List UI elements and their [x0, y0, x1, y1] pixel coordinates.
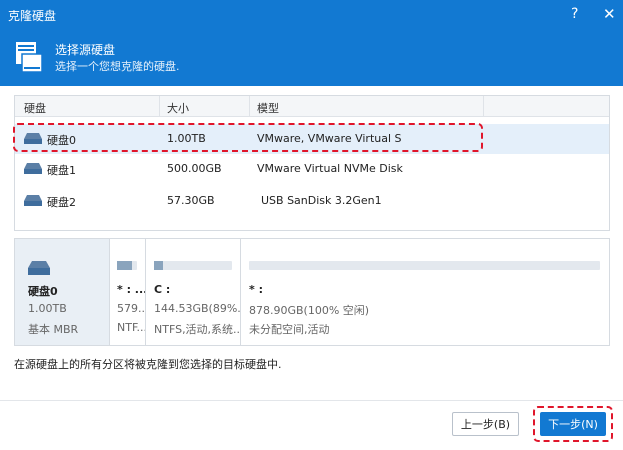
header-title: 选择源硬盘 [55, 43, 116, 57]
disk-table: 硬盘 大小 模型 硬盘0 1.00TB VMware, VMware Virtu… [14, 95, 610, 231]
column-model[interactable]: 模型 [257, 100, 279, 116]
disk-summary-name: 硬盘0 [28, 285, 58, 298]
partition-fs: NTF... [117, 321, 146, 334]
table-row-disk1[interactable]: 硬盘1 500.00GB VMware Virtual NVMe Disk [15, 154, 609, 184]
disk-size: 57.30GB [167, 194, 215, 207]
column-size[interactable]: 大小 [167, 100, 189, 116]
disk-size: 500.00GB [167, 162, 222, 175]
disk-name: 硬盘1 [47, 164, 76, 177]
partition-fs: NTFS,活动,系统... [154, 323, 241, 336]
clone-note: 在源硬盘上的所有分区将被克隆到您选择的目标硬盘中. [14, 358, 282, 371]
window-title: 克隆硬盘 [8, 9, 57, 23]
header-subtitle: 选择一个您想克隆的硬盘. [55, 60, 180, 73]
footer-divider [0, 400, 623, 401]
hard-disk-icon [24, 195, 42, 206]
partition-usage-bar [117, 261, 137, 270]
partition-block[interactable]: C : 144.53GB(89%... NTFS,活动,系统... [145, 239, 241, 345]
partition-label: * : [249, 283, 263, 296]
partition-fs: 未分配空间,活动 [249, 323, 330, 336]
partition-block[interactable]: * : 878.90GB(100% 空闲) 未分配空间,活动 [240, 239, 610, 345]
disk-layout-panel: 硬盘0 1.00TB 基本 MBR * : ... 579... NTF... … [14, 238, 610, 346]
disk-stack-icon [16, 42, 43, 73]
partition-usage-bar [154, 261, 232, 270]
hard-disk-icon [28, 261, 50, 275]
column-disk[interactable]: 硬盘 [24, 100, 46, 116]
title-bar: 克隆硬盘 ? ✕ [0, 0, 623, 30]
wizard-header: 选择源硬盘 选择一个您想克隆的硬盘. [0, 30, 623, 86]
table-header: 硬盘 大小 模型 [15, 96, 609, 117]
partition-usage-fill [117, 261, 132, 270]
back-button[interactable]: 上一步(B) [452, 412, 519, 436]
disk-summary-type: 基本 MBR [28, 323, 79, 336]
partition-label: C : [154, 283, 171, 296]
partition-usage-fill [154, 261, 163, 270]
partition-size: 579... [117, 302, 146, 315]
disk-summary: 硬盘0 1.00TB 基本 MBR [15, 239, 109, 345]
selection-highlight [13, 123, 483, 152]
partition-size: 878.90GB(100% 空闲) [249, 304, 370, 317]
disk-summary-size: 1.00TB [28, 302, 67, 315]
table-row-disk2[interactable]: 硬盘2 57.30GB USB SanDisk 3.2Gen1 [15, 186, 609, 216]
partition-size: 144.53GB(89%... [154, 302, 241, 315]
disk-model: VMware Virtual NVMe Disk [257, 162, 403, 175]
partition-label: * : ... [117, 283, 146, 296]
disk-name: 硬盘2 [47, 196, 76, 209]
partition-block[interactable]: * : ... 579... NTF... [109, 239, 146, 345]
partition-usage-bar [249, 261, 600, 270]
disk-model: USB SanDisk 3.2Gen1 [261, 194, 382, 207]
hard-disk-icon [24, 163, 42, 174]
help-button[interactable]: ? [571, 6, 578, 22]
next-button[interactable]: 下一步(N) [540, 412, 606, 436]
close-button[interactable]: ✕ [603, 5, 616, 23]
